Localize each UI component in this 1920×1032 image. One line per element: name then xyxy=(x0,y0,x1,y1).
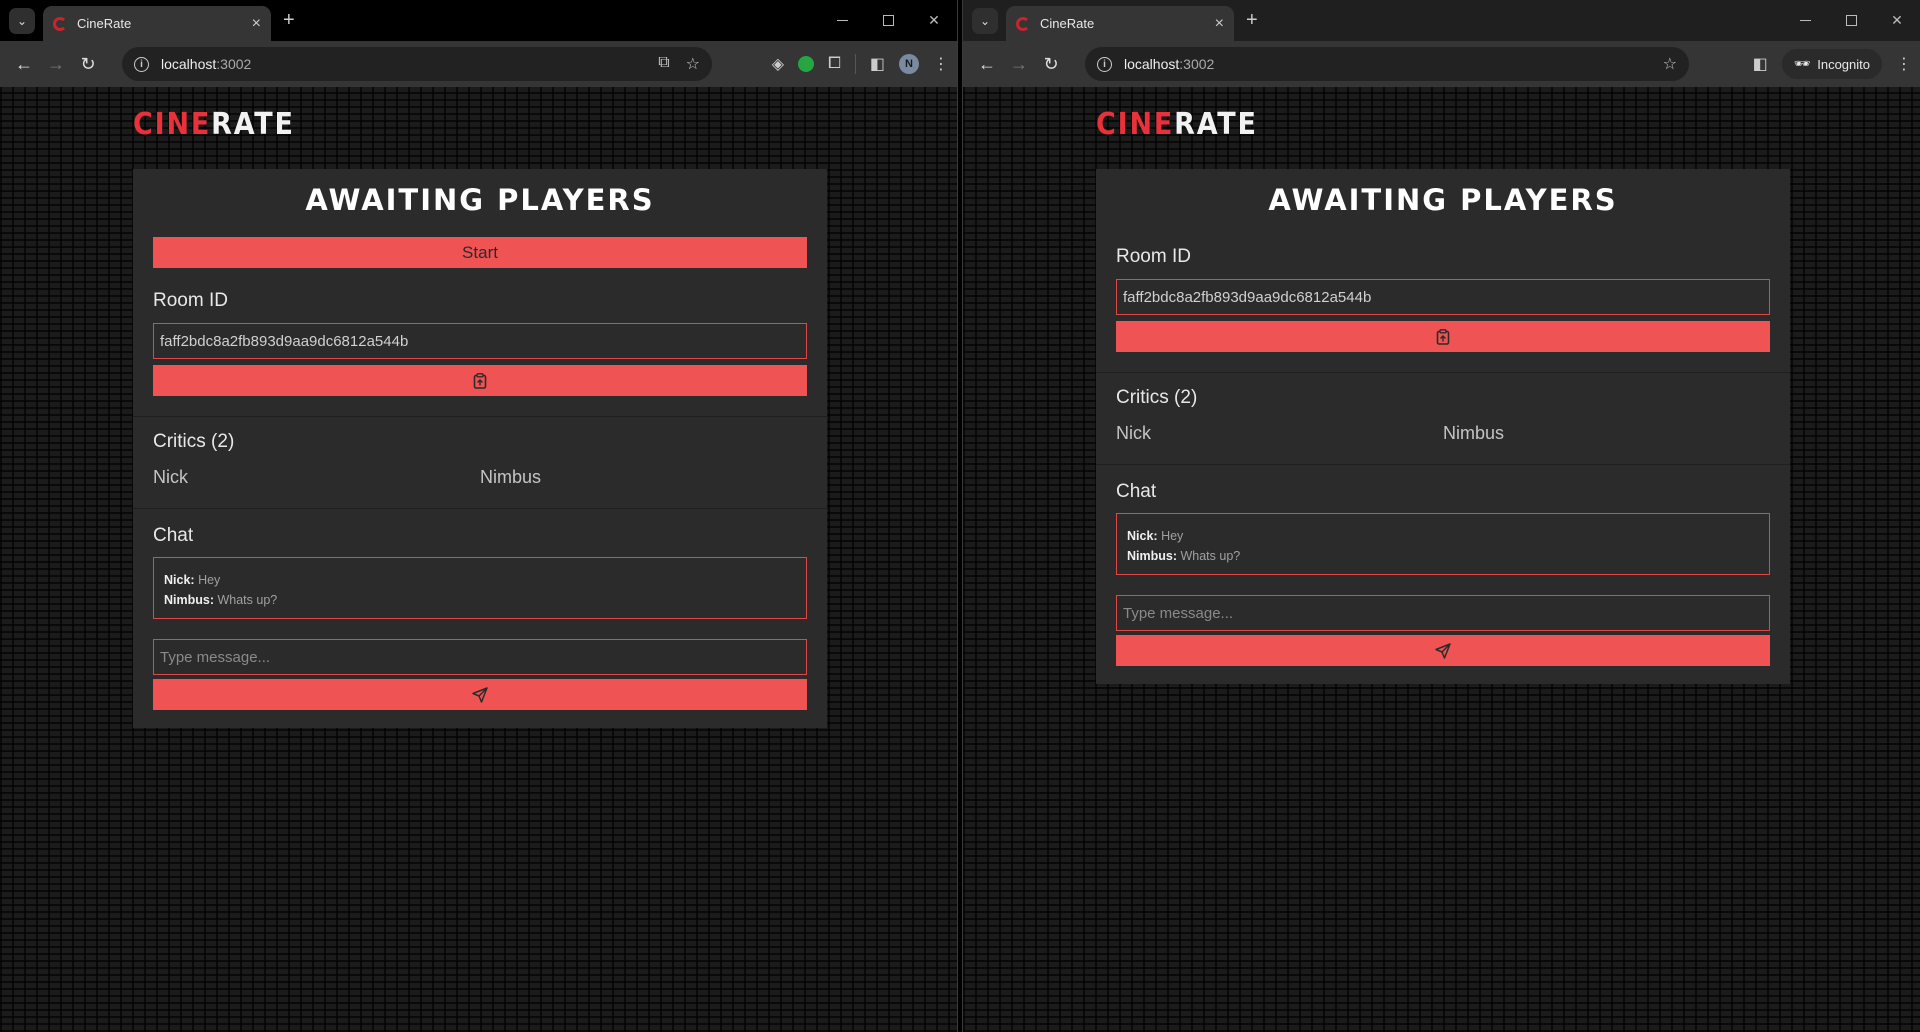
browser-tab[interactable]: CineRate × xyxy=(1006,6,1234,41)
critics-list: Nick Nimbus xyxy=(1116,423,1770,444)
start-button[interactable]: Start xyxy=(153,237,807,268)
chat-log: Nick: Hey Nimbus: Whats up? xyxy=(153,557,807,619)
forward-button[interactable]: → xyxy=(40,48,72,80)
critics-list: Nick Nimbus xyxy=(153,467,807,488)
clipboard-icon xyxy=(473,372,487,389)
site-info-icon[interactable]: i xyxy=(1097,56,1112,72)
send-button[interactable] xyxy=(1116,635,1770,666)
page-content: CINERATE AWAITING PLAYERS Room ID faff2b… xyxy=(963,87,1920,1032)
extensions-puzzle-icon[interactable]: ⧠ xyxy=(828,55,841,73)
url-port: :3002 xyxy=(1179,56,1215,72)
cinerate-logo[interactable]: CINERATE xyxy=(1096,107,1258,142)
reload-button[interactable]: ↻ xyxy=(1035,48,1067,80)
menu-kebab-icon[interactable]: ⋮ xyxy=(933,54,949,74)
minimize-button[interactable] xyxy=(819,0,865,41)
side-panel-icon[interactable]: ◧ xyxy=(1753,54,1768,74)
side-panel-icon[interactable]: ◧ xyxy=(870,54,885,74)
site-info-icon[interactable]: i xyxy=(134,56,149,72)
chat-message: Nimbus: Whats up? xyxy=(1127,549,1241,563)
cinerate-favicon-icon xyxy=(1016,16,1030,31)
browser-tab[interactable]: CineRate × xyxy=(43,6,271,41)
lobby-card: AWAITING PLAYERS Room ID faff2bdc8a2fb89… xyxy=(1096,169,1790,684)
url-port: :3002 xyxy=(216,56,252,72)
send-icon xyxy=(1435,642,1451,659)
send-icon xyxy=(472,686,488,703)
tab-search-button[interactable]: ⌄ xyxy=(9,8,35,34)
critic-name: Nimbus xyxy=(1443,423,1505,443)
message-input[interactable]: Type message... xyxy=(153,639,807,675)
page-content: CINERATE AWAITING PLAYERS Start Room ID … xyxy=(0,87,957,1032)
page-title: AWAITING PLAYERS xyxy=(305,183,655,217)
clipboard-icon xyxy=(1436,328,1450,345)
url-host: localhost xyxy=(1124,56,1180,72)
profile-avatar[interactable]: N xyxy=(899,54,919,74)
room-id-label: Room ID xyxy=(1116,246,1191,267)
chat-message: Nick: Hey xyxy=(164,573,221,587)
back-button[interactable]: ← xyxy=(8,48,40,80)
extension-check-icon[interactable] xyxy=(798,56,815,72)
incognito-icon: 🕶 xyxy=(1793,56,1811,71)
critics-label: Critics (2) xyxy=(153,431,235,452)
message-input[interactable]: Type message... xyxy=(1116,595,1770,631)
copy-room-id-button[interactable] xyxy=(1116,321,1770,352)
room-id-label: Room ID xyxy=(153,290,228,311)
browser-window-right: ⌄ CineRate × + ✕ ← → ↻ i localhost:3002 … xyxy=(962,0,1920,1032)
forward-button[interactable]: → xyxy=(1003,48,1035,80)
incognito-label: Incognito xyxy=(1817,56,1870,72)
new-tab-button[interactable]: + xyxy=(1246,9,1258,32)
chat-message: Nimbus: Whats up? xyxy=(164,593,278,607)
tab-title: CineRate xyxy=(1040,16,1095,31)
tab-strip: ⌄ CineRate × + ✕ xyxy=(0,0,957,41)
close-window-button[interactable]: ✕ xyxy=(911,0,957,41)
extension-icon[interactable]: ◈ xyxy=(772,54,784,74)
browser-toolbar: ← → ↻ i localhost:3002 ⧉ ☆ ◈ ⧠ ◧ N ⋮ xyxy=(0,41,957,87)
room-id-field[interactable]: faff2bdc8a2fb893d9aa9dc6812a544b xyxy=(153,323,807,359)
tab-strip: ⌄ CineRate × + ✕ xyxy=(963,0,1920,41)
critic-name: Nick xyxy=(153,467,188,487)
critic-name: Nick xyxy=(1116,423,1151,443)
bookmark-star-icon[interactable]: ☆ xyxy=(1663,54,1677,74)
url-host: localhost xyxy=(161,56,217,72)
install-app-icon[interactable]: ⧉ xyxy=(658,54,669,74)
browser-toolbar: ← → ↻ i localhost:3002 ☆ ◧ 🕶 Incognito ⋮ xyxy=(963,41,1920,87)
lobby-card: AWAITING PLAYERS Start Room ID faff2bdc8… xyxy=(133,169,827,728)
incognito-indicator[interactable]: 🕶 Incognito xyxy=(1781,49,1882,79)
minimize-button[interactable] xyxy=(1782,0,1828,41)
menu-kebab-icon[interactable]: ⋮ xyxy=(1896,54,1912,74)
address-bar[interactable]: i localhost:3002 ⧉ ☆ xyxy=(122,47,712,81)
maximize-button[interactable] xyxy=(1828,0,1874,41)
close-tab-icon[interactable]: × xyxy=(252,15,261,33)
critics-label: Critics (2) xyxy=(1116,387,1198,408)
cinerate-favicon-icon xyxy=(53,16,67,31)
browser-window-left: ⌄ CineRate × + ✕ ← → ↻ i localhost:3002 … xyxy=(0,0,958,1032)
chat-label: Chat xyxy=(153,525,194,546)
reload-button[interactable]: ↻ xyxy=(72,48,104,80)
critic-name: Nimbus xyxy=(480,467,542,487)
tab-search-button[interactable]: ⌄ xyxy=(972,8,998,34)
chat-log: Nick: Hey Nimbus: Whats up? xyxy=(1116,513,1770,575)
close-window-button[interactable]: ✕ xyxy=(1874,0,1920,41)
close-tab-icon[interactable]: × xyxy=(1215,15,1224,33)
toolbar-separator xyxy=(854,54,856,74)
send-button[interactable] xyxy=(153,679,807,710)
back-button[interactable]: ← xyxy=(971,48,1003,80)
bookmark-star-icon[interactable]: ☆ xyxy=(686,54,700,74)
room-id-field[interactable]: faff2bdc8a2fb893d9aa9dc6812a544b xyxy=(1116,279,1770,315)
page-title: AWAITING PLAYERS xyxy=(1268,183,1618,217)
maximize-button[interactable] xyxy=(865,0,911,41)
copy-room-id-button[interactable] xyxy=(153,365,807,396)
address-bar[interactable]: i localhost:3002 ☆ xyxy=(1085,47,1689,81)
chat-message: Nick: Hey xyxy=(1127,529,1184,543)
tab-title: CineRate xyxy=(77,16,132,31)
cinerate-logo[interactable]: CINERATE xyxy=(133,107,295,142)
new-tab-button[interactable]: + xyxy=(283,9,295,32)
chat-label: Chat xyxy=(1116,481,1157,502)
